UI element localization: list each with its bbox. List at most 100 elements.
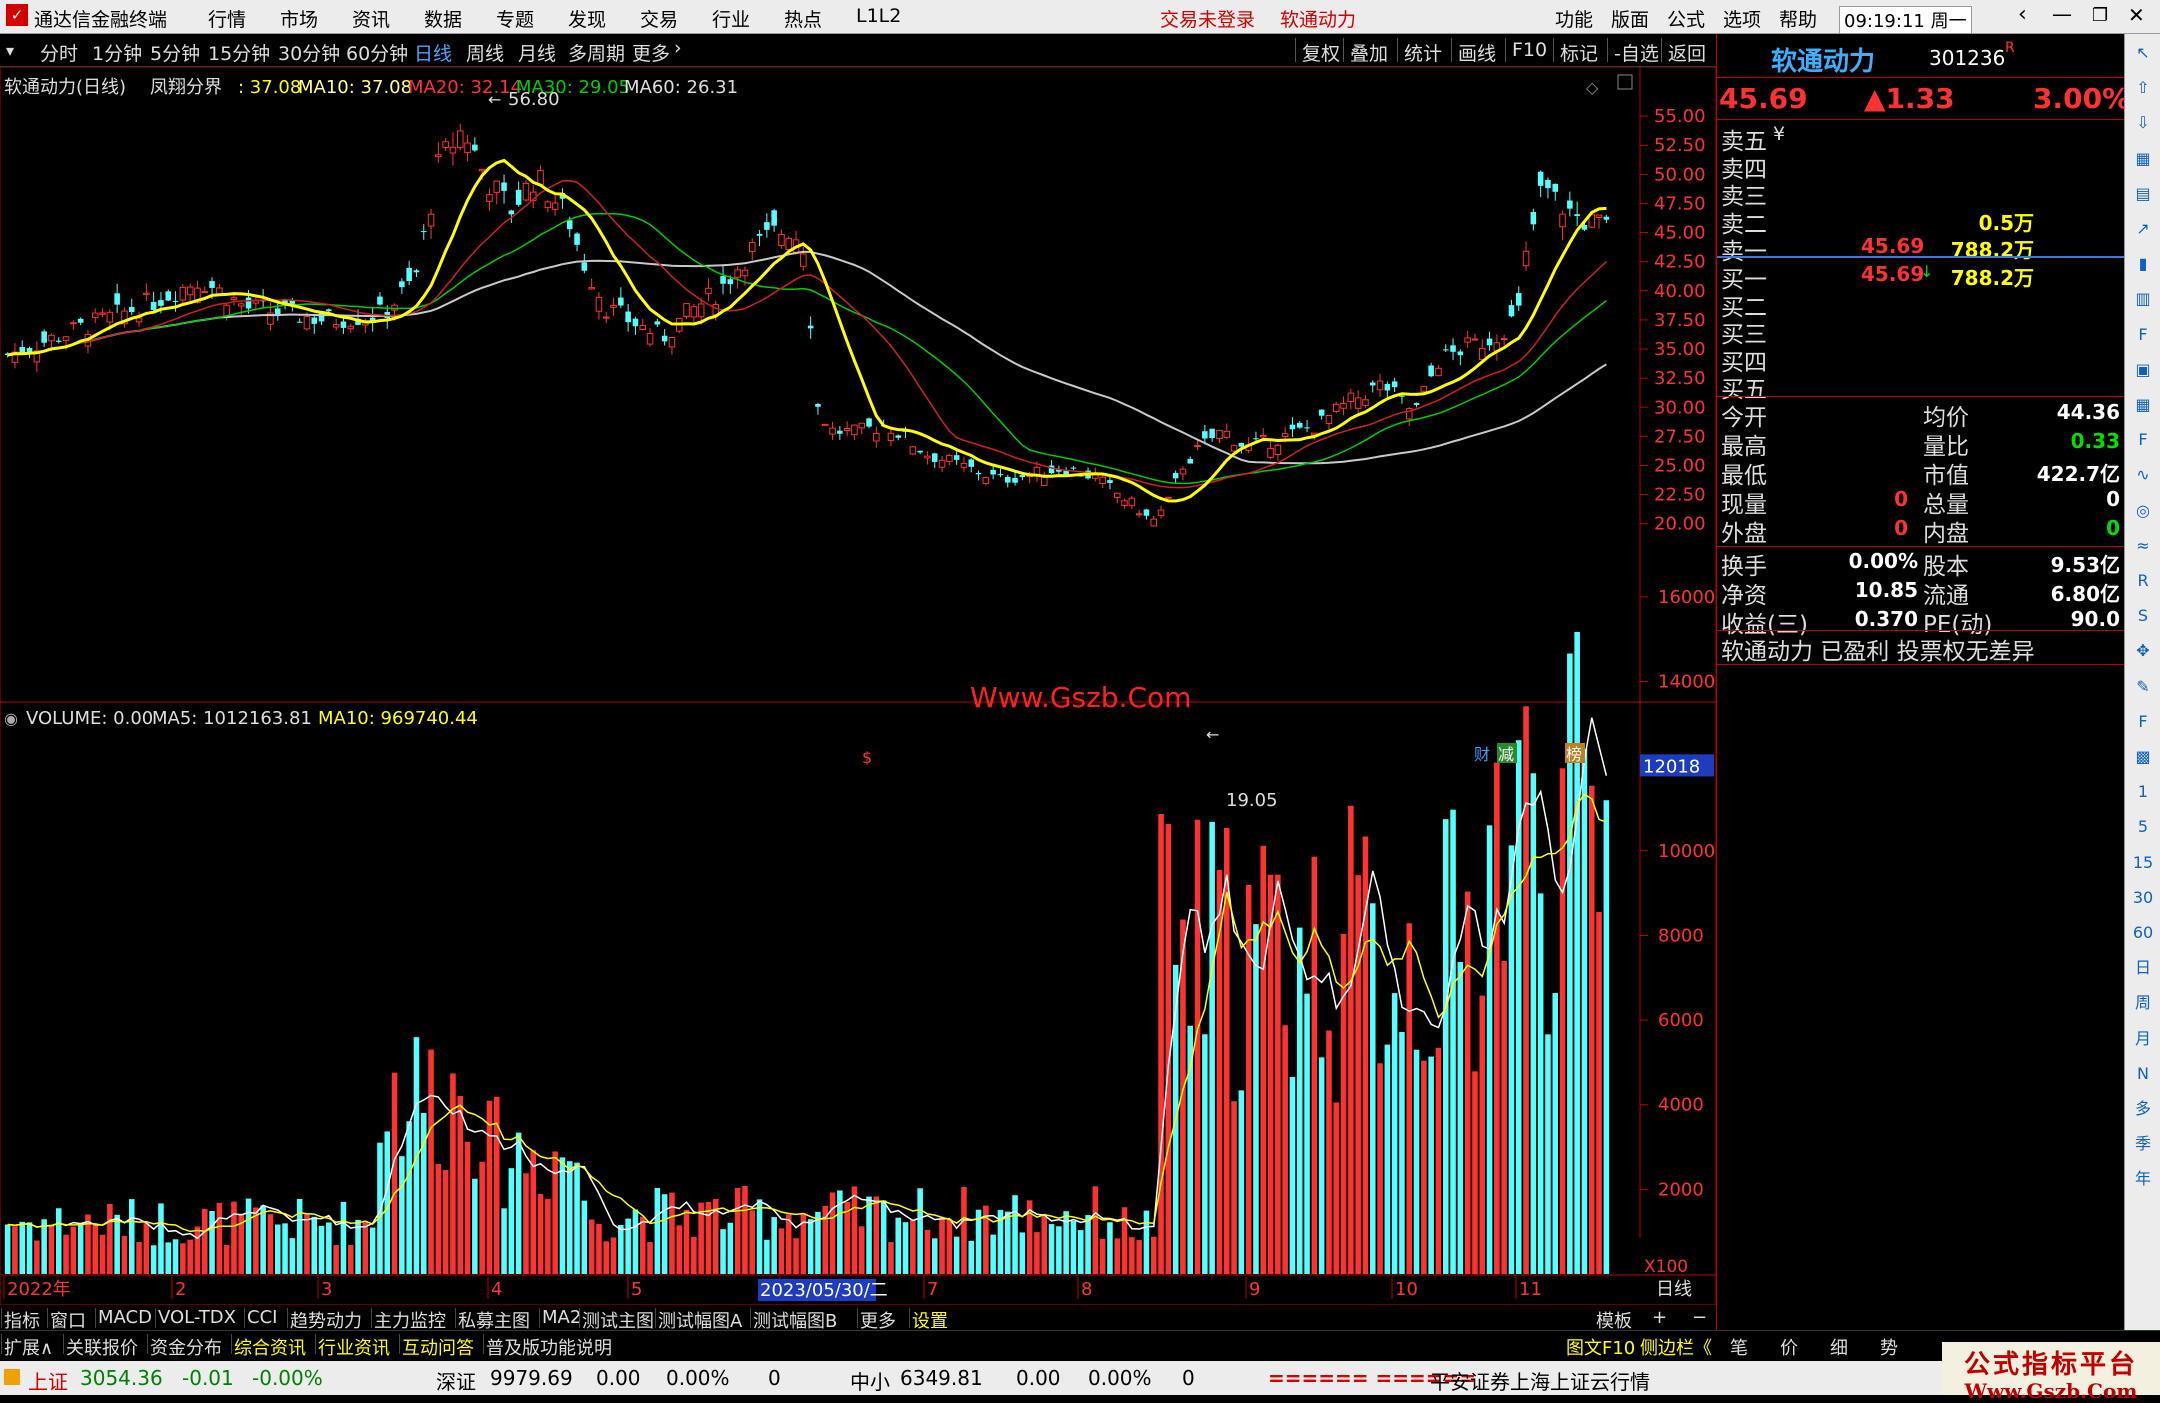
side-tool-icon-26[interactable]: 日 — [2129, 955, 2157, 981]
bottom-right-tab-4[interactable]: 细 — [1830, 1334, 1848, 1360]
side-tool-icon-14[interactable]: ≈ — [2129, 533, 2157, 559]
period-tab-1[interactable]: 1分钟 — [92, 39, 142, 66]
side-tool-icon-29[interactable]: N — [2129, 1061, 2157, 1087]
side-tool-icon-19[interactable]: F — [2129, 709, 2157, 735]
side-tool-icon-18[interactable]: ✎ — [2129, 674, 2157, 700]
side-tool-icon-25[interactable]: 60 — [2129, 920, 2157, 946]
bottom-right-tab-0[interactable]: 图文F10 — [1566, 1334, 1635, 1360]
period-tab-8[interactable]: 月线 — [518, 39, 556, 66]
bottom-tab-3[interactable]: 综合资讯 — [234, 1334, 306, 1360]
bottom-right-tab-5[interactable]: 势 — [1880, 1334, 1898, 1360]
bottom-right-tab-2[interactable]: 笔 — [1730, 1334, 1748, 1360]
menu-item-1[interactable]: 市场 — [280, 5, 318, 32]
back-arrow-icon[interactable]: ‹ — [2018, 2, 2027, 27]
side-tool-icon-11[interactable]: F — [2129, 427, 2157, 453]
side-tool-icon-9[interactable]: ▣ — [2129, 357, 2157, 383]
side-tool-icon-23[interactable]: 15 — [2129, 850, 2157, 876]
side-tool-icon-10[interactable]: ▦ — [2129, 392, 2157, 418]
menu-item-4[interactable]: 专题 — [496, 5, 534, 32]
period-tab-4[interactable]: 30分钟 — [278, 39, 340, 66]
side-tool-icon-24[interactable]: 30 — [2129, 885, 2157, 911]
side-tool-icon-13[interactable]: ◎ — [2129, 498, 2157, 524]
close-icon[interactable]: ✕ — [2128, 3, 2145, 27]
side-tool-icon-6[interactable]: ▮ — [2129, 251, 2157, 277]
candle-body — [990, 469, 996, 475]
bottom-right-tab-3[interactable]: 价 — [1780, 1334, 1798, 1360]
bottom-right-tab-1[interactable]: 侧边栏《 — [1640, 1334, 1712, 1360]
minimize-icon[interactable]: — — [2052, 2, 2072, 26]
side-tool-icon-17[interactable]: ✥ — [2129, 638, 2157, 664]
tool-tab-3[interactable]: 画线 — [1458, 39, 1496, 66]
indicator-tab-3[interactable]: VOL-TDX — [158, 1307, 236, 1328]
indicator-tab-4[interactable]: CCI — [247, 1307, 277, 1328]
side-tool-icon-4[interactable]: ▤ — [2129, 181, 2157, 207]
side-tool-icon-1[interactable]: ⇧ — [2129, 75, 2157, 101]
tool-tab-0[interactable]: 复权 — [1302, 39, 1340, 66]
side-tool-icon-32[interactable]: 年 — [2129, 1166, 2157, 1192]
chevron-right-icon[interactable]: › — [674, 37, 682, 59]
candle-body — [1471, 338, 1479, 341]
bottom-tab-6[interactable]: 普及版功能说明 — [486, 1334, 612, 1360]
kline-chart[interactable]: 55.00 52.50 50.00 47.50 45.00 42.50 40.00 37.50… — [0, 67, 1716, 1305]
tool-tab-2[interactable]: 统计 — [1404, 39, 1442, 66]
right-menu-item-3[interactable]: 选项 — [1723, 5, 1761, 32]
period-tab-6[interactable]: 日线 — [414, 39, 452, 66]
bottom-tab-0[interactable]: 扩展∧ — [4, 1334, 53, 1360]
side-tool-icon-8[interactable]: F — [2129, 322, 2157, 348]
menu-item-9[interactable]: L1L2 — [856, 5, 901, 27]
side-tool-icon-3[interactable]: ▦ — [2129, 146, 2157, 172]
period-tab-5[interactable]: 60分钟 — [346, 39, 408, 66]
menu-item-6[interactable]: 交易 — [640, 5, 678, 32]
side-tool-icon-16[interactable]: S — [2129, 603, 2157, 629]
menu-item-2[interactable]: 资讯 — [352, 5, 390, 32]
sz-index-name[interactable]: 深证 — [436, 1366, 476, 1395]
side-tool-icon-15[interactable]: R — [2129, 568, 2157, 594]
tool-tab-1[interactable]: 叠加 — [1350, 39, 1388, 66]
side-tool-icon-20[interactable]: ▩ — [2129, 744, 2157, 770]
zx-index-name[interactable]: 中小 — [850, 1366, 890, 1395]
side-tool-icon-2[interactable]: ⇩ — [2129, 110, 2157, 136]
side-tool-icon-21[interactable]: 1 — [2129, 779, 2157, 805]
period-tab-9[interactable]: 多周期 — [568, 39, 625, 66]
restore-icon[interactable]: ❐ — [2092, 5, 2108, 26]
side-tool-icon-22[interactable]: 5 — [2129, 814, 2157, 840]
indicator-tab-8[interactable]: MA2 — [542, 1307, 581, 1328]
side-tool-icon-0[interactable]: ↖ — [2129, 40, 2157, 66]
indicator-tab-2[interactable]: MACD — [98, 1307, 152, 1328]
tool-tab-7[interactable]: 返回 — [1668, 39, 1706, 66]
bottom-tab-2[interactable]: 资金分布 — [150, 1334, 222, 1360]
tool-tab-5[interactable]: 标记 — [1560, 39, 1598, 66]
menu-item-5[interactable]: 发现 — [568, 5, 606, 32]
side-tool-icon-28[interactable]: 月 — [2129, 1026, 2157, 1052]
tool-tab-6[interactable]: -自选 — [1614, 39, 1659, 66]
chevron-down-icon[interactable]: ▾ — [6, 41, 14, 60]
side-tool-icon-31[interactable]: 季 — [2129, 1131, 2157, 1157]
side-tool-icon-7[interactable]: ▥ — [2129, 286, 2157, 312]
side-tool-icon-27[interactable]: 周 — [2129, 990, 2157, 1016]
menu-item-7[interactable]: 行业 — [712, 5, 750, 32]
indicator-right-2[interactable]: − — [1692, 1307, 1707, 1328]
period-tab-3[interactable]: 15分钟 — [208, 39, 270, 66]
menu-item-8[interactable]: 热点 — [784, 5, 822, 32]
volume-bar — [158, 1203, 164, 1274]
right-menu-item-1[interactable]: 版面 — [1611, 5, 1649, 32]
side-tool-icon-30[interactable]: 多 — [2129, 1096, 2157, 1122]
login-status-link[interactable]: 交易未登录 — [1160, 5, 1255, 32]
tool-tab-4[interactable]: F10 — [1512, 39, 1547, 61]
indicator-right-1[interactable]: + — [1652, 1307, 1667, 1328]
sh-index-name[interactable]: 上证 — [28, 1366, 68, 1395]
period-tab-0[interactable]: 分时 — [40, 39, 78, 66]
menu-item-3[interactable]: 数据 — [424, 5, 462, 32]
period-tab-7[interactable]: 周线 — [466, 39, 504, 66]
side-tool-icon-12[interactable]: ∿ — [2129, 462, 2157, 488]
side-tool-icon-5[interactable]: ↗ — [2129, 216, 2157, 242]
bottom-tab-5[interactable]: 互动问答 — [402, 1334, 474, 1360]
right-menu-item-4[interactable]: 帮助 — [1779, 5, 1817, 32]
bottom-tab-1[interactable]: 关联报价 — [66, 1334, 138, 1360]
period-tab-2[interactable]: 5分钟 — [150, 39, 200, 66]
right-menu-item-2[interactable]: 公式 — [1667, 5, 1705, 32]
candle-body — [705, 287, 712, 295]
bottom-tab-4[interactable]: 行业资讯 — [318, 1334, 390, 1360]
right-menu-item-0[interactable]: 功能 — [1555, 5, 1593, 32]
menu-item-0[interactable]: 行情 — [208, 5, 246, 32]
